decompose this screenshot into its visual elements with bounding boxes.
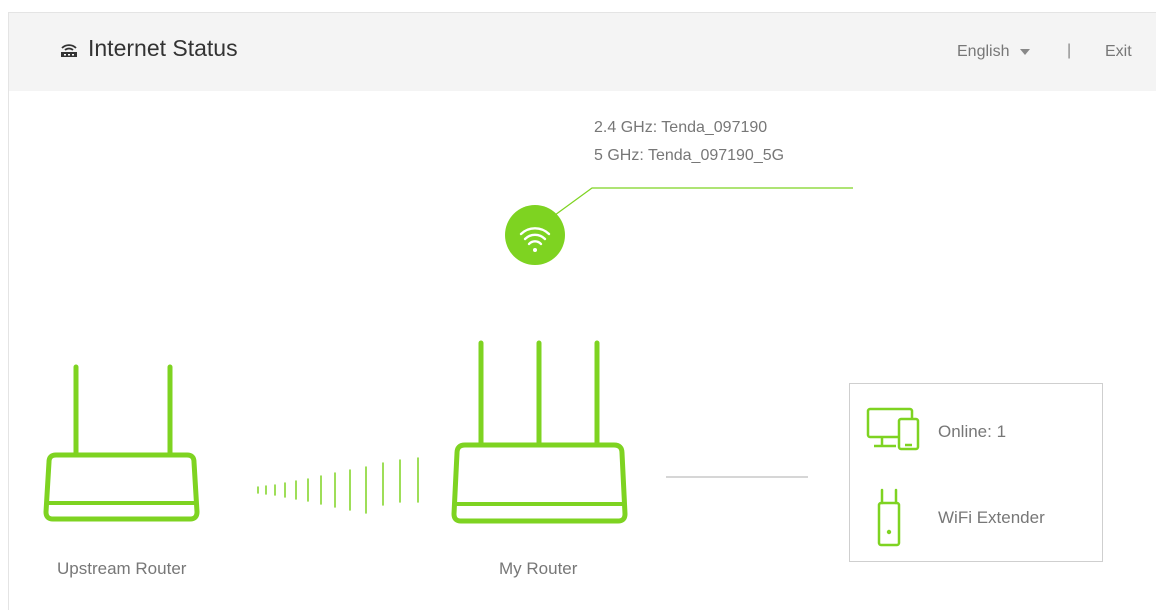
my-router-label: My Router: [499, 559, 578, 578]
wifi-icon[interactable]: [505, 205, 565, 265]
ssid-callout-line: [554, 187, 853, 216]
clients-panel: [849, 383, 1103, 562]
wifi-extender-link[interactable]: WiFi Extender: [938, 508, 1045, 528]
my-router-icon: [451, 340, 628, 524]
upstream-router-icon: [43, 364, 200, 522]
upstream-router-label: Upstream Router: [57, 559, 187, 578]
signal-waves-icon: [257, 457, 419, 514]
online-clients-link[interactable]: Online: 1: [938, 422, 1006, 442]
